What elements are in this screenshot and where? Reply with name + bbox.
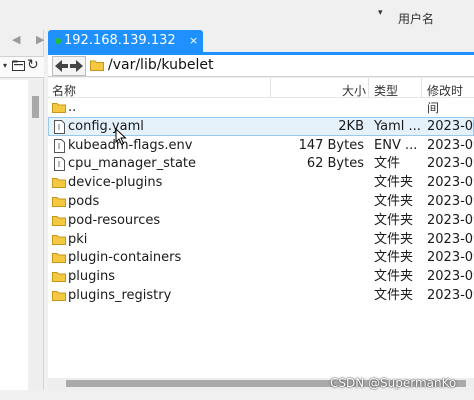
- folder-icon: [52, 103, 66, 113]
- file-type: 文件夹: [374, 269, 414, 284]
- tab-title: 192.168.139.132: [64, 33, 176, 48]
- file-size: 2KB: [338, 119, 364, 134]
- watermark: CSDN @SupermanKo: [330, 376, 457, 390]
- file-type: 文件夹: [374, 194, 414, 209]
- column-header-size[interactable]: 大小: [342, 82, 366, 99]
- file-name: pods: [68, 194, 100, 209]
- tab-scroll-arrows-icon[interactable]: ◀ ▶: [12, 33, 50, 46]
- local-file-list[interactable]: [0, 80, 28, 400]
- file-type: 文件夹: [374, 250, 414, 265]
- refresh-icon[interactable]: ↻: [27, 58, 39, 72]
- username-label: 用户名: [398, 12, 435, 26]
- path-input[interactable]: /var/lib/kubelet: [108, 57, 213, 73]
- file-type: Yaml ...: [374, 119, 421, 134]
- folder-icon: [52, 197, 66, 207]
- file-modified: 2023-09: [427, 175, 474, 190]
- file-icon: [54, 157, 65, 171]
- dropdown-arrow-icon[interactable]: ▾: [378, 8, 383, 18]
- mouse-cursor-icon: [115, 128, 127, 146]
- folder-icon: [52, 216, 66, 226]
- file-size: 62 Bytes: [306, 156, 364, 171]
- file-name: pod-resources: [68, 213, 161, 228]
- file-name: plugins_registry: [68, 288, 172, 303]
- file-modified: 2023-09: [427, 250, 474, 265]
- file-modified: 2023-09: [427, 213, 474, 228]
- column-divider[interactable]: [421, 78, 422, 98]
- folder-icon: [52, 272, 66, 282]
- file-modified: 2023-09: [427, 269, 474, 284]
- file-name: config.yaml: [68, 119, 144, 134]
- file-type: 文件夹: [374, 213, 414, 228]
- file-modified: 2023-09: [427, 288, 474, 303]
- column-divider[interactable]: [270, 78, 271, 98]
- file-modified: 2023-09: [427, 138, 474, 153]
- file-modified: 2023-09: [427, 156, 474, 171]
- close-icon[interactable]: ×: [189, 34, 198, 47]
- local-scrollbar[interactable]: [29, 80, 43, 400]
- folder-icon: [52, 235, 66, 245]
- local-scrollbar-thumb[interactable]: [32, 96, 39, 118]
- file-type: 文件: [374, 156, 401, 171]
- file-type: 文件夹: [374, 175, 414, 190]
- status-strip: [0, 390, 474, 400]
- file-name: plugins: [68, 269, 115, 284]
- file-name: pki: [68, 232, 88, 247]
- folder-icon: [52, 253, 66, 263]
- connected-status-icon: [55, 38, 61, 44]
- file-name: plugin-containers: [68, 250, 182, 265]
- open-folder-icon[interactable]: [12, 60, 25, 71]
- file-type: 文件夹: [374, 288, 414, 303]
- file-type: ENV ...: [374, 138, 418, 153]
- folder-icon: [52, 178, 66, 188]
- column-header-type[interactable]: 类型: [374, 82, 398, 99]
- file-modified: 2023-09: [427, 232, 474, 247]
- column-header-name[interactable]: 名称: [52, 82, 76, 99]
- file-icon: [54, 120, 65, 134]
- file-name: device-plugins: [68, 175, 163, 190]
- file-name: cpu_manager_state: [68, 156, 197, 171]
- column-header-row: [48, 78, 474, 98]
- folder-icon: [52, 291, 66, 301]
- file-icon: [54, 139, 65, 153]
- file-modified: 2023-09: [427, 119, 474, 134]
- file-name: kubeadm-flags.env: [68, 138, 193, 153]
- chevron-down-icon[interactable]: ▾: [0, 58, 10, 74]
- folder-icon: [90, 60, 104, 71]
- column-divider[interactable]: [368, 78, 369, 98]
- file-type: 文件夹: [374, 232, 414, 247]
- file-name: ..: [68, 100, 77, 115]
- file-size: 147 Bytes: [298, 138, 364, 153]
- back-forward-button[interactable]: [52, 56, 86, 76]
- file-modified: 2023-09: [427, 194, 474, 209]
- table-row[interactable]: [48, 98, 474, 117]
